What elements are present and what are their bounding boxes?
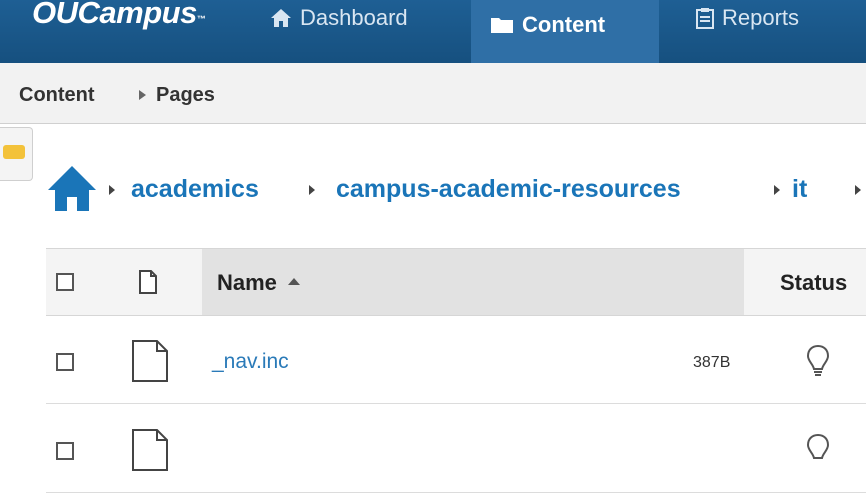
lightbulb-icon xyxy=(806,344,830,383)
path-segment-it[interactable]: it xyxy=(792,175,807,204)
name-column-header[interactable]: Name xyxy=(202,249,744,315)
path-separator-icon xyxy=(774,185,780,195)
file-size: 387B xyxy=(693,354,731,371)
breadcrumb-separator-icon xyxy=(139,90,146,100)
folder-icon xyxy=(3,145,25,159)
nav-reports-label: Reports xyxy=(722,5,800,30)
nav-content-label: Content xyxy=(522,12,606,37)
path-separator-icon xyxy=(109,185,115,195)
file-tree-toggle[interactable] xyxy=(0,127,33,181)
app-logo[interactable]: OUCampus™ xyxy=(32,0,206,40)
lightbulb-icon xyxy=(806,433,830,472)
path-separator-icon xyxy=(309,185,315,195)
home-icon xyxy=(270,8,292,28)
file-icon xyxy=(130,339,170,388)
folder-icon xyxy=(490,16,514,34)
top-nav-bar: OUCampus™ Dashboard Content Reports xyxy=(0,0,866,64)
name-column-label: Name xyxy=(217,270,277,295)
logo-text: OUCampus xyxy=(32,0,197,30)
file-icon xyxy=(130,428,170,477)
path-segment-campus-academic-resources[interactable]: campus-academic-resources xyxy=(336,175,681,204)
table-header: Name Status xyxy=(46,248,866,316)
breadcrumb-pages: Pages xyxy=(156,84,215,106)
select-all-checkbox[interactable] xyxy=(56,273,74,291)
logo-trademark: ™ xyxy=(196,14,206,24)
nav-reports[interactable]: Reports xyxy=(696,0,799,50)
nav-content[interactable]: Content xyxy=(471,0,659,64)
home-icon[interactable] xyxy=(47,164,97,217)
path-segment-academics[interactable]: academics xyxy=(131,175,259,204)
row-checkbox[interactable] xyxy=(56,442,74,460)
clipboard-icon xyxy=(696,7,714,29)
row-checkbox[interactable] xyxy=(56,353,74,371)
file-type-icon xyxy=(138,270,158,299)
breadcrumb-content[interactable]: Content xyxy=(19,63,95,123)
status-column-header[interactable]: Status xyxy=(780,249,847,315)
table-row xyxy=(46,404,866,493)
breadcrumb: Content Pages xyxy=(0,63,866,124)
table-row: _nav.inc 387B xyxy=(46,315,866,404)
path-separator-icon xyxy=(855,185,861,195)
nav-dashboard[interactable]: Dashboard xyxy=(270,0,408,50)
file-name-link[interactable]: _nav.inc xyxy=(212,315,289,403)
nav-dashboard-label: Dashboard xyxy=(300,5,408,30)
sort-ascending-icon xyxy=(288,278,300,285)
